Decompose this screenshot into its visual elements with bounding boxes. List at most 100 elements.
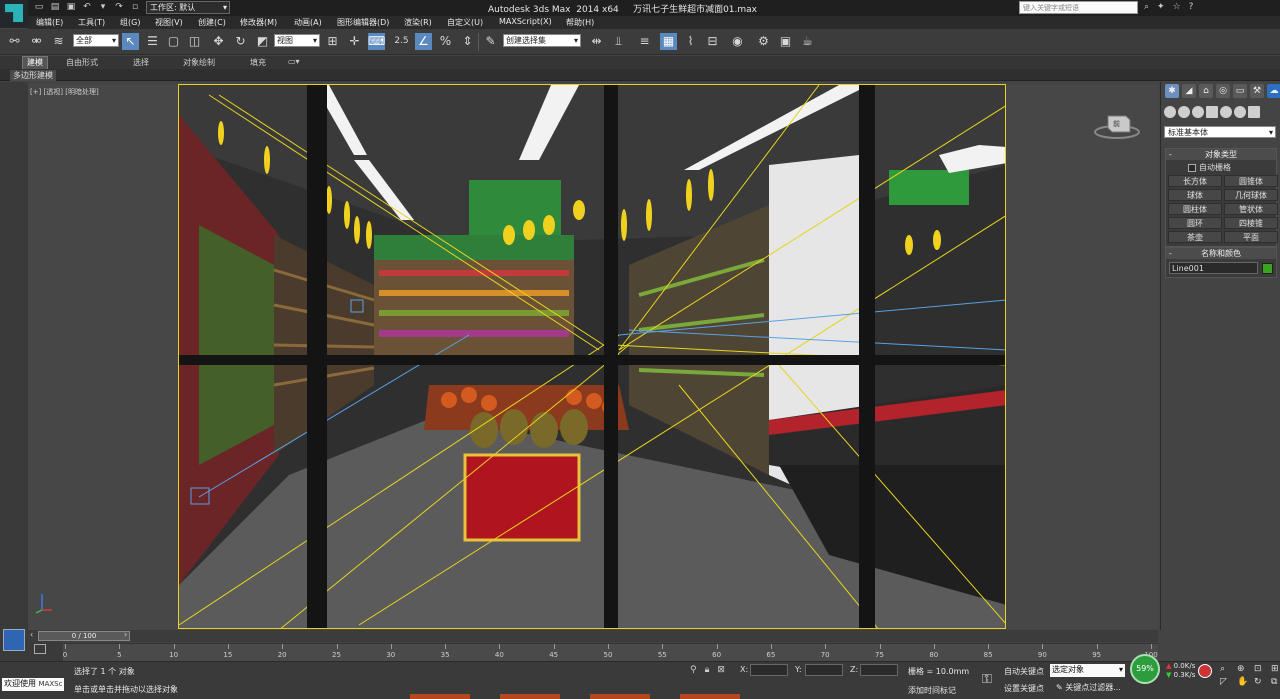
graphite-toggle-icon[interactable]: ▦ — [660, 33, 677, 50]
link-icon[interactable]: ⚯ — [6, 33, 23, 50]
workspace-selector[interactable]: 工作区: 默认 ▾ — [146, 1, 230, 14]
redo-icon[interactable]: ↷ — [114, 2, 124, 12]
zoom-all-icon[interactable]: ⊕ — [1237, 664, 1251, 674]
select-by-name-icon[interactable]: ☰ — [144, 33, 161, 50]
shapes-icon[interactable] — [1178, 106, 1190, 118]
save-file-icon[interactable]: ▣ — [66, 2, 76, 12]
pan-icon[interactable]: ✋ — [1237, 677, 1251, 687]
object-name-field[interactable]: Line001 — [1169, 262, 1259, 274]
maximize-viewport-icon[interactable]: ⧉ — [1271, 677, 1280, 687]
maxscript-listener[interactable]: 欢迎使用 MAXSc — [2, 678, 64, 691]
angle-snap-icon[interactable]: ∠ — [415, 33, 432, 50]
keyboard-shortcut-icon[interactable]: ⌨ — [368, 33, 385, 50]
menu-edit[interactable]: 编辑(E) — [36, 17, 63, 28]
prev-frame-arrow-icon[interactable]: ‹ — [30, 630, 33, 639]
modify-tab-icon[interactable]: ◢ — [1182, 84, 1196, 98]
select-manipulate-icon[interactable]: ✛ — [346, 33, 363, 50]
unlink-icon[interactable]: ⚮ — [28, 33, 45, 50]
app-logo-icon[interactable] — [0, 0, 28, 28]
auto-key-button[interactable]: 自动关键点 — [1004, 666, 1044, 677]
select-object-icon[interactable]: ↖ — [122, 33, 139, 50]
schematic-view-icon[interactable]: ⊟ — [704, 33, 721, 50]
tab-populate[interactable]: 填充 — [250, 57, 266, 68]
cylinder-button[interactable]: 圆柱体 — [1168, 203, 1222, 215]
lights-icon[interactable] — [1192, 106, 1204, 118]
rect-selection-icon[interactable]: ▢ — [165, 33, 182, 50]
teapot-button[interactable]: 茶壶 — [1168, 231, 1222, 243]
tab-selection[interactable]: 选择 — [133, 57, 149, 68]
hold-icon[interactable]: ▫ — [130, 2, 140, 12]
spinner-snap-icon[interactable]: ⇕ — [459, 33, 476, 50]
time-slider-thumb[interactable]: 0 / 100 — [38, 631, 130, 641]
viewport-label[interactable]: [+] [透视] [明暗处理] — [30, 87, 99, 97]
key-icon[interactable]: ⚿ — [982, 672, 992, 687]
menu-rendering[interactable]: 渲染(R) — [404, 17, 432, 28]
pyramid-button[interactable]: 四棱锥 — [1224, 217, 1278, 229]
cloud-icon[interactable]: ☁ — [1267, 84, 1280, 98]
percent-snap-icon[interactable]: % — [437, 33, 454, 50]
trackbar[interactable]: 0510152025303540455055606570758085909510… — [63, 643, 1158, 661]
menu-views[interactable]: 视图(V) — [155, 17, 183, 28]
pivot-center-icon[interactable]: ⊞ — [324, 33, 341, 50]
polygon-modeling-label[interactable]: 多边形建模 — [10, 70, 56, 81]
ribbon-options-icon[interactable]: ▭▾ — [288, 57, 300, 66]
align-icon[interactable]: ⫫ — [610, 33, 627, 50]
snap-toggle-icon[interactable]: 2.5 — [393, 33, 410, 50]
dropdown-icon[interactable]: ▾ — [98, 2, 108, 12]
motion-tab-icon[interactable]: ◎ — [1216, 84, 1230, 98]
time-slider[interactable]: ‹ 0 / 100 › — [0, 630, 1158, 642]
new-file-icon[interactable]: ▭ — [34, 2, 44, 12]
key-filters-button[interactable]: ✎ 关键点过滤器... — [1056, 682, 1121, 693]
z-coordinate-field[interactable] — [860, 664, 898, 676]
object-color-swatch[interactable] — [1262, 262, 1273, 274]
menu-maxscript[interactable]: MAXScript(X) — [499, 17, 552, 26]
next-frame-arrow-icon[interactable]: › — [124, 630, 127, 639]
search-icon[interactable]: ⌕ — [1144, 2, 1149, 12]
menu-graph-editors[interactable]: 图形编辑器(D) — [337, 17, 389, 28]
menu-customize[interactable]: 自定义(U) — [447, 17, 483, 28]
help-icon[interactable]: ? — [1189, 2, 1194, 12]
menu-create[interactable]: 创建(C) — [198, 17, 226, 28]
systems-icon[interactable] — [1248, 106, 1260, 118]
primitive-category-dropdown[interactable]: 标准基本体 ▾ — [1164, 126, 1276, 138]
set-key-button[interactable]: 设置关键点 — [1004, 683, 1044, 694]
menu-group[interactable]: 组(G) — [120, 17, 140, 28]
hierarchy-tab-icon[interactable]: ⌂ — [1199, 84, 1213, 98]
layer-manager-icon[interactable]: ≡ — [636, 33, 653, 50]
curve-editor-icon[interactable]: ⌇ — [682, 33, 699, 50]
tab-modeling[interactable]: 建模 — [22, 56, 48, 69]
mirror-icon[interactable]: ⇹ — [588, 33, 605, 50]
open-file-icon[interactable]: ▤ — [50, 2, 60, 12]
lock-icon[interactable]: 🔒︎ — [705, 665, 710, 675]
orbit-icon[interactable]: ↻ — [1254, 677, 1268, 687]
torus-button[interactable]: 圆环 — [1168, 217, 1222, 229]
render-setup-icon[interactable]: ⚙ — [755, 33, 772, 50]
move-icon[interactable]: ✥ — [210, 33, 227, 50]
rotate-icon[interactable]: ↻ — [232, 33, 249, 50]
named-selection-dropdown[interactable]: 创建选择集 ▾ — [503, 34, 581, 47]
accelerator-icon[interactable] — [1198, 664, 1212, 678]
name-color-header[interactable]: - 名称和颜色 — [1166, 248, 1276, 259]
cameras-icon[interactable] — [1206, 106, 1218, 118]
geometry-icon[interactable] — [1164, 106, 1176, 118]
tab-freeform[interactable]: 自由形式 — [66, 57, 98, 68]
sphere-button[interactable]: 球体 — [1168, 189, 1222, 201]
isolate-icon[interactable]: ⚲ — [690, 665, 697, 675]
edit-named-selection-icon[interactable]: ✎ — [482, 33, 499, 50]
display-tab-icon[interactable]: ▭ — [1233, 84, 1247, 98]
menu-animation[interactable]: 动画(A) — [294, 17, 322, 28]
menu-modifiers[interactable]: 修改器(M) — [240, 17, 277, 28]
communication-icon[interactable]: ✦ — [1157, 2, 1165, 12]
reference-coord-dropdown[interactable]: 视图 ▾ — [274, 34, 320, 47]
mini-curve-editor-icon[interactable] — [3, 629, 25, 651]
menu-help[interactable]: 帮助(H) — [566, 17, 594, 28]
cone-button[interactable]: 圆锥体 — [1224, 175, 1278, 187]
viewcube[interactable]: 前 — [1092, 108, 1142, 140]
track-filter-icon[interactable] — [34, 644, 46, 654]
key-selection-dropdown[interactable]: 选定对象 ▾ — [1050, 664, 1125, 677]
box-button[interactable]: 长方体 — [1168, 175, 1222, 187]
helpers-icon[interactable] — [1220, 106, 1232, 118]
undo-icon[interactable]: ↶ — [82, 2, 92, 12]
speed-badge[interactable]: 59% — [1130, 654, 1160, 684]
selection-filter-dropdown[interactable]: 全部 ▾ — [73, 34, 119, 47]
